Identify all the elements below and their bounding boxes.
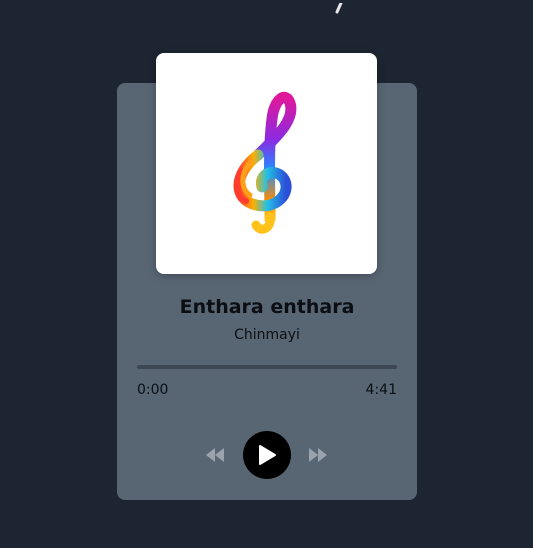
song-title: Enthara enthara xyxy=(179,296,355,318)
current-time: 0:00 xyxy=(137,382,169,398)
rewind-button[interactable] xyxy=(204,445,226,465)
rewind-icon xyxy=(206,448,224,462)
play-icon xyxy=(259,445,276,465)
header-fragment xyxy=(328,0,348,14)
play-button[interactable] xyxy=(243,431,291,479)
fast-forward-button[interactable] xyxy=(307,445,329,465)
artist-name: Chinmayi xyxy=(234,327,300,343)
treble-clef-icon xyxy=(233,91,296,234)
progress-bar[interactable] xyxy=(137,365,397,369)
fast-forward-icon xyxy=(309,448,327,462)
album-art xyxy=(156,53,377,274)
total-time: 4:41 xyxy=(365,382,397,398)
